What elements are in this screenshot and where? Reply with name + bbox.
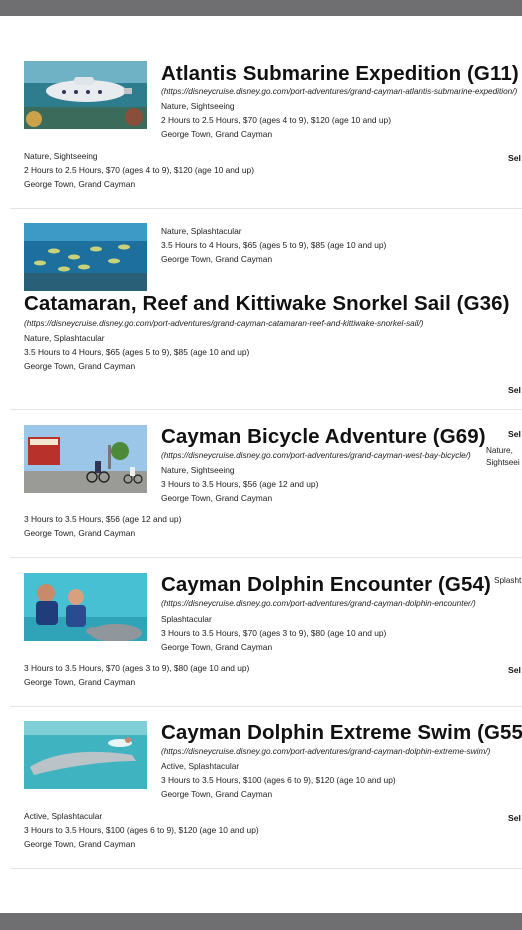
adventure-location: George Town, Grand Cayman (161, 642, 273, 652)
submarine-thumbnail[interactable] (24, 61, 147, 129)
adventure-location: George Town, Grand Cayman (24, 677, 136, 687)
adventure-price: 3.5 Hours to 4 Hours, $65 (ages 5 to 9),… (161, 240, 387, 250)
adventure-category: Nature, Splashtacular (161, 226, 242, 236)
snorkel-thumbnail[interactable] (24, 223, 147, 291)
adventure-url[interactable]: (https://disneycruise.disney.go.com/port… (161, 747, 490, 756)
adventure-price: 3 Hours to 3.5 Hours, $100 (ages 6 to 9)… (161, 775, 396, 785)
adventure-location: George Town, Grand Cayman (161, 254, 273, 264)
adventure-location: George Town, Grand Cayman (24, 528, 136, 538)
adventures-list-page: Atlantis Submarine Expedition (G11) (htt… (0, 16, 522, 913)
top-bar (0, 0, 522, 16)
adventure-location: George Town, Grand Cayman (24, 361, 136, 371)
adventure-category: Nature, Splashtacular (24, 333, 105, 343)
adventure-category: Nature, Sightseeing (161, 101, 235, 111)
divider (10, 868, 522, 869)
adventure-category: Nature, Sightseeing (161, 465, 235, 475)
adventure-price: 3 Hours to 3.5 Hours, $56 (age 12 and up… (24, 514, 182, 524)
adventure-location: George Town, Grand Cayman (161, 129, 273, 139)
bicycle-thumbnail[interactable] (24, 425, 147, 493)
adventure-price: 3 Hours to 3.5 Hours, $100 (ages 6 to 9)… (24, 825, 259, 835)
adventure-category-overflow: Splasht (494, 576, 522, 585)
adventure-title[interactable]: Cayman Dolphin Extreme Swim (G55) (161, 721, 522, 745)
adventure-price: 3.5 Hours to 4 Hours, $65 (ages 5 to 9),… (24, 347, 250, 357)
adventure-location: George Town, Grand Cayman (24, 839, 136, 849)
adventure-category: Active, Splashtacular (24, 811, 103, 821)
select-button[interactable]: Sel (508, 429, 521, 439)
adventure-title[interactable]: Atlantis Submarine Expedition (G11) (161, 62, 519, 86)
select-button[interactable]: Sel (508, 385, 521, 395)
adventure-price: 3 Hours to 3.5 Hours, $56 (age 12 and up… (161, 479, 319, 489)
adventure-price: 2 Hours to 2.5 Hours, $70 (ages 4 to 9),… (24, 165, 254, 175)
select-button[interactable]: Sel (508, 153, 521, 163)
adventure-title[interactable]: Catamaran, Reef and Kittiwake Snorkel Sa… (24, 292, 510, 316)
divider (10, 208, 522, 209)
adventure-title[interactable]: Cayman Dolphin Encounter (G54) (161, 573, 491, 597)
adventure-price: 2 Hours to 2.5 Hours, $70 (ages 4 to 9),… (161, 115, 391, 125)
adventure-url[interactable]: (https://disneycruise.disney.go.com/port… (161, 87, 517, 96)
adventure-location: George Town, Grand Cayman (161, 789, 273, 799)
adventure-category: Active, Splashtacular (161, 761, 240, 771)
adventure-location: George Town, Grand Cayman (161, 493, 273, 503)
adventure-category-overflow: Sightseei (486, 458, 520, 467)
dolphin-swim-thumbnail[interactable] (24, 721, 147, 789)
divider (10, 409, 522, 410)
bottom-bar (0, 913, 522, 930)
select-button[interactable]: Sel (508, 665, 521, 675)
adventure-category-overflow: Nature, (486, 446, 513, 455)
select-button[interactable]: Sel (508, 813, 521, 823)
adventure-url[interactable]: (https://disneycruise.disney.go.com/port… (161, 599, 476, 608)
adventure-url[interactable]: (https://disneycruise.disney.go.com/port… (161, 451, 471, 460)
adventure-price: 3 Hours to 3.5 Hours, $70 (ages 3 to 9),… (24, 663, 250, 673)
adventure-price: 3 Hours to 3.5 Hours, $70 (ages 3 to 9),… (161, 628, 387, 638)
adventure-category: Splashtacular (161, 614, 212, 624)
adventure-title[interactable]: Cayman Bicycle Adventure (G69) (161, 425, 486, 449)
adventure-url[interactable]: (https://disneycruise.disney.go.com/port… (24, 319, 423, 328)
divider (10, 706, 522, 707)
adventure-category: Nature, Sightseeing (24, 151, 98, 161)
divider (10, 557, 522, 558)
adventure-location: George Town, Grand Cayman (24, 179, 136, 189)
dolphin-encounter-thumbnail[interactable] (24, 573, 147, 641)
